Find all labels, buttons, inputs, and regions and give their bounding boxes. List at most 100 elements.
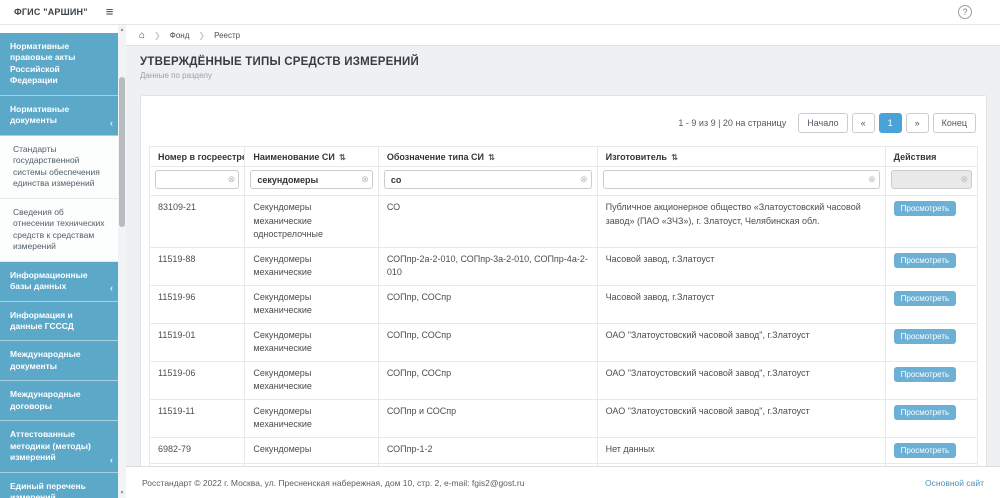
sidebar-item[interactable]: Нормативные правовые акты Российской Фед… <box>0 33 118 96</box>
breadcrumb-item[interactable]: Реестр <box>205 25 249 45</box>
cell-actions: Просмотреть <box>885 361 977 399</box>
column-header-label: Действия <box>894 152 937 162</box>
scroll-up-icon[interactable]: ▲ <box>118 27 126 33</box>
clear-filter-icon[interactable]: ⊗ <box>960 174 968 184</box>
filter-input[interactable] <box>384 170 592 189</box>
filter-input-wrap: ⊗ <box>603 170 880 189</box>
column-header-label: Обозначение типа СИ <box>387 152 484 162</box>
cell-number: 6982-79 <box>150 437 245 463</box>
sidebar-item[interactable]: Аттестованные методики (методы) измерени… <box>0 421 118 472</box>
sidebar-item-label: Информационные базы данных <box>10 270 88 291</box>
pagination-button[interactable]: 1 <box>879 113 902 133</box>
view-button[interactable]: Просмотреть <box>894 291 957 306</box>
table-row: 11519-96Секундомеры механическиеСОПпр, С… <box>150 285 978 323</box>
sidebar-item[interactable]: Информационные базы данных ‹ <box>0 262 118 302</box>
sidebar-item-label: Единый перечень измерений, относящихся к… <box>10 481 101 498</box>
cell-manufacturer: Часовой завод, г.Златоуст <box>597 285 885 323</box>
cell-name: Секундомеры механические <box>245 285 378 323</box>
table-row: 83109-21Секундомеры механические одностр… <box>150 196 978 248</box>
view-button[interactable]: Просмотреть <box>894 443 957 458</box>
cell-actions: Просмотреть <box>885 323 977 361</box>
cell-designation: СОПпр, СОСпр <box>378 361 597 399</box>
view-button[interactable]: Просмотреть <box>894 201 957 216</box>
home-icon: ⌂ <box>139 30 145 41</box>
filter-input[interactable] <box>250 170 372 189</box>
view-button[interactable]: Просмотреть <box>894 253 957 268</box>
column-header[interactable]: Действия <box>885 147 977 167</box>
breadcrumb-separator-icon: ❯ <box>198 25 205 45</box>
view-button[interactable]: Просмотреть <box>894 329 957 344</box>
cell-designation: СОПпр, СОСпр <box>378 323 597 361</box>
pagination-button[interactable]: « <box>852 113 875 133</box>
sidebar-item[interactable]: Информация и данные ГСССД <box>0 302 118 342</box>
main-site-link[interactable]: Основной сайт <box>925 478 984 488</box>
pagination-button[interactable]: Конец <box>933 113 976 133</box>
view-button[interactable]: Просмотреть <box>894 405 957 420</box>
scrollbar-thumb[interactable] <box>119 77 125 227</box>
cell-manufacturer: Публичное акционерное общество «Златоуст… <box>597 196 885 248</box>
cell-number: 11519-06 <box>150 361 245 399</box>
breadcrumb: ⌂❯Фонд❯Реестр <box>126 25 1000 46</box>
sidebar-item-label: Стандарты государственной системы обеспе… <box>13 144 100 188</box>
breadcrumb-separator-icon: ❯ <box>154 25 161 45</box>
clear-filter-icon[interactable]: ⊗ <box>868 174 876 184</box>
filter-input[interactable] <box>155 170 239 189</box>
filter-cell: ⊗ <box>378 167 597 196</box>
help-icon[interactable]: ? <box>958 5 972 19</box>
sidebar-scrollbar[interactable]: ▲ ▼ <box>118 25 126 498</box>
sidebar-item[interactable]: Стандарты государственной системы обеспе… <box>0 136 118 199</box>
pagination-button[interactable]: Начало <box>798 113 847 133</box>
filter-input-wrap: ⊗ <box>155 170 239 189</box>
column-header-label: Номер в госреестре <box>158 152 245 162</box>
table-row: 11519-88Секундомеры механическиеСОПпр-2а… <box>150 247 978 285</box>
sidebar: Нормативные правовые акты Российской Фед… <box>0 25 118 498</box>
clear-filter-icon[interactable]: ⊗ <box>580 174 588 184</box>
cell-name: Секундомеры механические однострелочные <box>245 196 378 248</box>
footer-copyright: Росстандарт © 2022 г. Москва, ул. Пресне… <box>142 478 524 488</box>
table-row: 11519-01Секундомеры механическиеСОПпр, С… <box>150 323 978 361</box>
header-row: Номер в госреестре ⇅Наименование СИ ⇅Обо… <box>150 147 978 167</box>
page-title: УТВЕРЖДЁННЫЕ ТИПЫ СРЕДСТВ ИЗМЕРЕНИЙ <box>140 56 1000 68</box>
cell-designation: СОПпр-1-2 <box>378 437 597 463</box>
chevron-left-icon: ‹ <box>110 282 113 294</box>
sidebar-item-label: Международные документы <box>10 349 81 370</box>
pagination-buttons: Начало«1»Конец <box>798 113 976 133</box>
si-table: Номер в госреестре ⇅Наименование СИ ⇅Обо… <box>149 146 978 498</box>
cell-manufacturer: ОАО "Златоустовский часовой завод", г.Зл… <box>597 323 885 361</box>
breadcrumb-item[interactable]: Фонд <box>161 25 199 45</box>
breadcrumb-home[interactable]: ⌂ <box>130 25 154 45</box>
scroll-down-icon[interactable]: ▼ <box>118 490 126 496</box>
cell-actions: Просмотреть <box>885 196 977 248</box>
cell-number: 83109-21 <box>150 196 245 248</box>
clear-filter-icon[interactable]: ⊗ <box>361 174 369 184</box>
sidebar-item[interactable]: Международные договоры <box>0 381 118 421</box>
column-header[interactable]: Номер в госреестре ⇅ <box>150 147 245 167</box>
sort-icon[interactable]: ⇅ <box>337 153 346 162</box>
sidebar-item[interactable]: Международные документы <box>0 341 118 381</box>
view-button[interactable]: Просмотреть <box>894 367 957 382</box>
sidebar-item[interactable]: Сведения об отнесении технических средст… <box>0 199 118 262</box>
cell-designation: СО <box>378 196 597 248</box>
sort-icon[interactable]: ⇅ <box>669 153 678 162</box>
sort-icon[interactable]: ⇅ <box>486 153 495 162</box>
cell-manufacturer: Нет данных <box>597 437 885 463</box>
sidebar-item-label: Международные договоры <box>10 389 81 410</box>
sidebar-item-label: Нормативные документы <box>10 104 69 125</box>
column-header[interactable]: Наименование СИ ⇅ <box>245 147 378 167</box>
sidebar-item[interactable]: Единый перечень измерений, относящихся к… <box>0 473 118 498</box>
column-header[interactable]: Обозначение типа СИ ⇅ <box>378 147 597 167</box>
cell-number: 11519-88 <box>150 247 245 285</box>
sidebar-item[interactable]: Нормативные документы‹ <box>0 96 118 136</box>
cell-number: 11519-01 <box>150 323 245 361</box>
pagination-info: 1 - 9 из 9 | 20 на страницу <box>678 118 786 128</box>
filter-cell: ⊗ <box>885 167 977 196</box>
cell-name: Секундомеры механические <box>245 399 378 437</box>
filter-input[interactable] <box>603 170 880 189</box>
column-header[interactable]: Изготовитель ⇅ <box>597 147 885 167</box>
cell-actions: Просмотреть <box>885 399 977 437</box>
pagination-button[interactable]: » <box>906 113 929 133</box>
hamburger-menu-icon[interactable]: ≡ <box>101 4 118 21</box>
cell-actions: Просмотреть <box>885 247 977 285</box>
cell-number: 11519-96 <box>150 285 245 323</box>
clear-filter-icon[interactable]: ⊗ <box>228 174 236 184</box>
